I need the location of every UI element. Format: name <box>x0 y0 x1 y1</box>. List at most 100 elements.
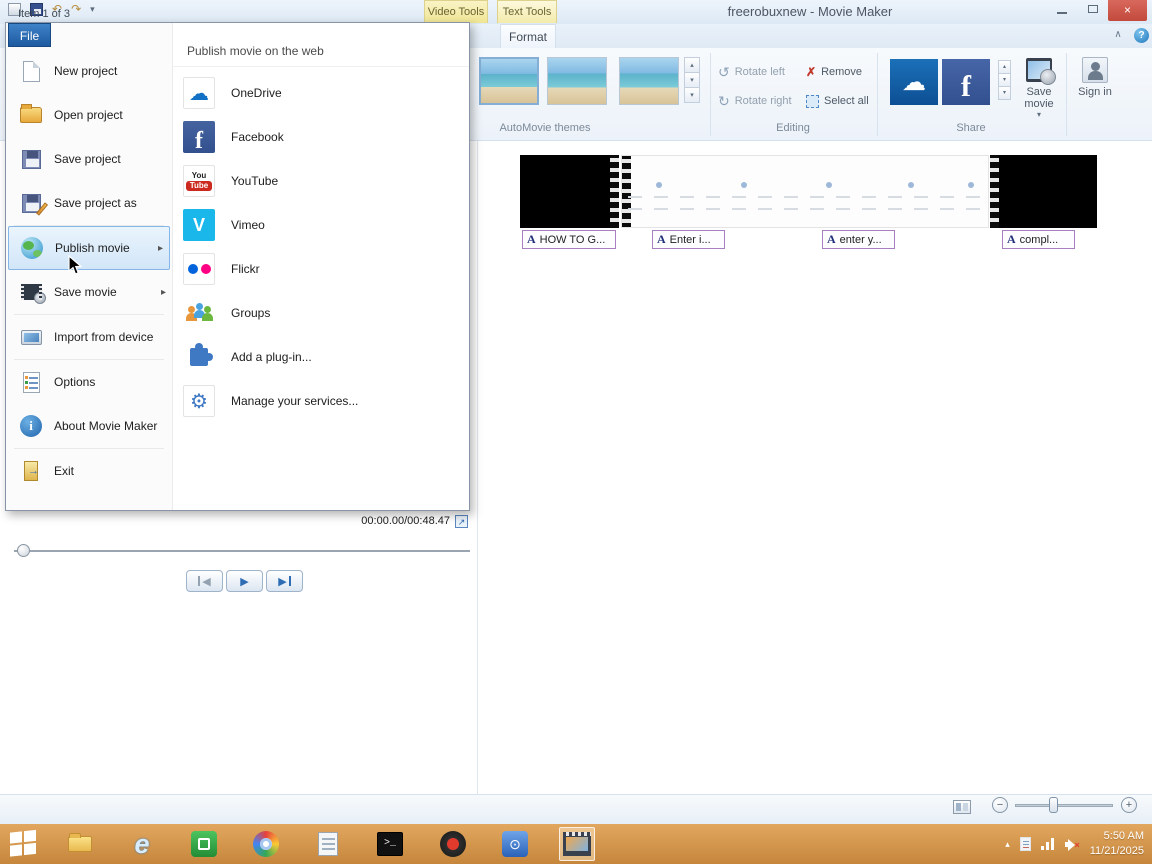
theme-gallery-more-icon[interactable]: ▾ <box>684 87 700 103</box>
theme-scroll-up-icon[interactable]: ▴ <box>684 57 700 73</box>
submenu-item-onedrive[interactable]: ☁ OneDrive <box>173 71 469 115</box>
share-gallery-more-icon[interactable]: ▾ <box>998 86 1011 100</box>
minimize-button[interactable] <box>1048 0 1076 20</box>
title-caption-2[interactable]: A Enter i... <box>652 230 725 249</box>
qat-dropdown-icon[interactable]: ▾ <box>90 4 95 15</box>
menu-item-save-project-as[interactable]: Save project as <box>6 181 172 225</box>
storyboard-clip-2[interactable] <box>990 155 1097 228</box>
zoom-slider-track[interactable] <box>1015 804 1113 807</box>
automovie-group-label: AutoMovie themes <box>499 122 591 134</box>
submenu-item-youtube[interactable]: You Tube YouTube <box>173 159 469 203</box>
submenu-item-flickr[interactable]: Flickr <box>173 247 469 291</box>
fullscreen-preview-icon[interactable]: ↗ <box>455 515 468 528</box>
submenu-header: Publish movie on the web <box>173 23 469 67</box>
menu-item-open-project[interactable]: Open project <box>6 93 172 137</box>
seek-bar[interactable] <box>14 550 470 552</box>
share-onedrive-button[interactable]: ☁ <box>890 59 938 105</box>
youtube-icon: You Tube <box>183 165 215 197</box>
close-button[interactable]: × <box>1108 0 1147 21</box>
text-title-icon: A <box>827 232 836 246</box>
title-caption-4[interactable]: A compl... <box>1002 230 1075 249</box>
text-title-icon: A <box>1007 232 1016 246</box>
terminal-icon: >_ <box>377 832 403 856</box>
taskbar-file-explorer[interactable] <box>62 827 98 861</box>
text-tools-contextual-tab[interactable]: Text Tools <box>497 0 557 23</box>
menu-item-options[interactable]: Options <box>6 360 172 404</box>
options-icon <box>18 369 44 395</box>
title-caption-1[interactable]: A HOW TO G... <box>522 230 616 249</box>
submenu-item-vimeo[interactable]: V Vimeo <box>173 203 469 247</box>
start-button[interactable] <box>10 829 40 858</box>
automovie-theme-thumbnail-1[interactable] <box>479 57 539 105</box>
view-toggle-icon[interactable] <box>953 800 971 814</box>
open-project-icon <box>18 102 44 128</box>
theme-scroll-down-icon[interactable]: ▾ <box>684 72 700 88</box>
tab-format[interactable]: Format <box>500 24 556 48</box>
video-tools-contextual-tab[interactable]: Video Tools <box>424 0 488 23</box>
rotate-right-button[interactable]: ↻ Rotate right <box>718 91 792 111</box>
volume-muted-icon[interactable]: × <box>1064 838 1080 851</box>
share-facebook-button[interactable]: f <box>942 59 990 105</box>
submenu-item-add-plugin[interactable]: Add a plug-in... <box>173 335 469 379</box>
submenu-item-facebook[interactable]: f Facebook <box>173 115 469 159</box>
submenu-item-groups[interactable]: Groups <box>173 291 469 335</box>
seek-handle[interactable] <box>17 544 30 557</box>
taskbar-notes-app[interactable] <box>310 827 346 861</box>
save-movie-button[interactable]: Save movie ▾ <box>1014 55 1064 119</box>
rotate-right-icon: ↻ <box>718 93 730 109</box>
select-all-button[interactable]: Select all <box>806 91 869 111</box>
title-caption-3[interactable]: A enter y... <box>822 230 895 249</box>
tray-expand-icon[interactable]: ▴ <box>1005 839 1010 850</box>
storyboard-clip-1[interactable] <box>520 155 619 228</box>
taskbar-green-app[interactable] <box>186 827 222 861</box>
automovie-theme-thumbnail-2[interactable] <box>547 57 607 105</box>
submenu-item-manage-services[interactable]: ⚙ Manage your services... <box>173 379 469 423</box>
file-button[interactable]: File <box>8 23 51 47</box>
sign-in-button[interactable]: Sign in <box>1070 55 1120 119</box>
maximize-button[interactable] <box>1080 0 1106 20</box>
automovie-theme-thumbnail-3[interactable] <box>619 57 679 105</box>
redo-icon[interactable]: ↷ <box>71 3 81 16</box>
menu-item-publish-movie[interactable]: Publish movie ▸ <box>8 226 170 270</box>
play-button[interactable]: ▶ <box>226 570 263 592</box>
remove-button[interactable]: ✗ Remove <box>806 62 862 82</box>
taskbar-internet-explorer[interactable]: e <box>124 827 160 861</box>
menu-item-import-from-device[interactable]: Import from device <box>6 315 172 359</box>
blue-app-icon: ⊙ <box>502 831 528 857</box>
system-tray: ▴ × 5:50 AM 11/21/2025 <box>1005 824 1144 864</box>
network-icon[interactable] <box>1040 838 1055 850</box>
menu-item-exit[interactable]: Exit <box>6 449 172 493</box>
zoom-in-button[interactable]: + <box>1121 797 1137 813</box>
previous-frame-button[interactable]: ◀ <box>186 570 223 592</box>
zoom-out-button[interactable]: − <box>992 797 1008 813</box>
menu-item-new-project[interactable]: New project <box>6 49 172 93</box>
taskbar-terminal[interactable]: >_ <box>372 827 408 861</box>
taskbar-clock[interactable]: 5:50 AM 11/21/2025 <box>1090 829 1144 859</box>
share-scroll-down-icon[interactable]: ▾ <box>998 73 1011 87</box>
rotate-left-icon: ↺ <box>718 64 730 80</box>
ribbon-collapse-icon[interactable]: ∧ <box>1110 27 1126 43</box>
about-icon: i <box>18 413 44 439</box>
next-frame-button[interactable]: ▶ <box>266 570 303 592</box>
flickr-icon <box>183 253 215 285</box>
taskbar-blue-app[interactable]: ⊙ <box>497 827 533 861</box>
taskbar-movie-maker[interactable] <box>559 827 595 861</box>
share-scroll-up-icon[interactable]: ▴ <box>998 60 1011 74</box>
status-bar <box>0 794 1152 824</box>
movie-maker-icon <box>563 832 591 856</box>
menu-item-about[interactable]: i About Movie Maker <box>6 404 172 448</box>
submenu-arrow-icon: ▸ <box>157 242 163 254</box>
pane-divider <box>477 141 478 794</box>
storyboard-filmstrip[interactable] <box>621 155 989 228</box>
taskbar-browser[interactable] <box>248 827 284 861</box>
menu-item-save-project[interactable]: Save project <box>6 137 172 181</box>
save-movie-icon <box>1026 58 1056 85</box>
menu-item-save-movie[interactable]: Save movie ▸ <box>6 270 172 314</box>
group-separator <box>877 53 878 136</box>
previous-frame-icon: ◀ <box>202 575 211 588</box>
tray-page-icon[interactable] <box>1019 837 1031 851</box>
zoom-slider-handle[interactable] <box>1049 797 1058 813</box>
help-icon[interactable]: ? <box>1134 28 1149 43</box>
taskbar-recorder[interactable] <box>435 827 471 861</box>
rotate-left-button[interactable]: ↺ Rotate left <box>718 62 785 82</box>
